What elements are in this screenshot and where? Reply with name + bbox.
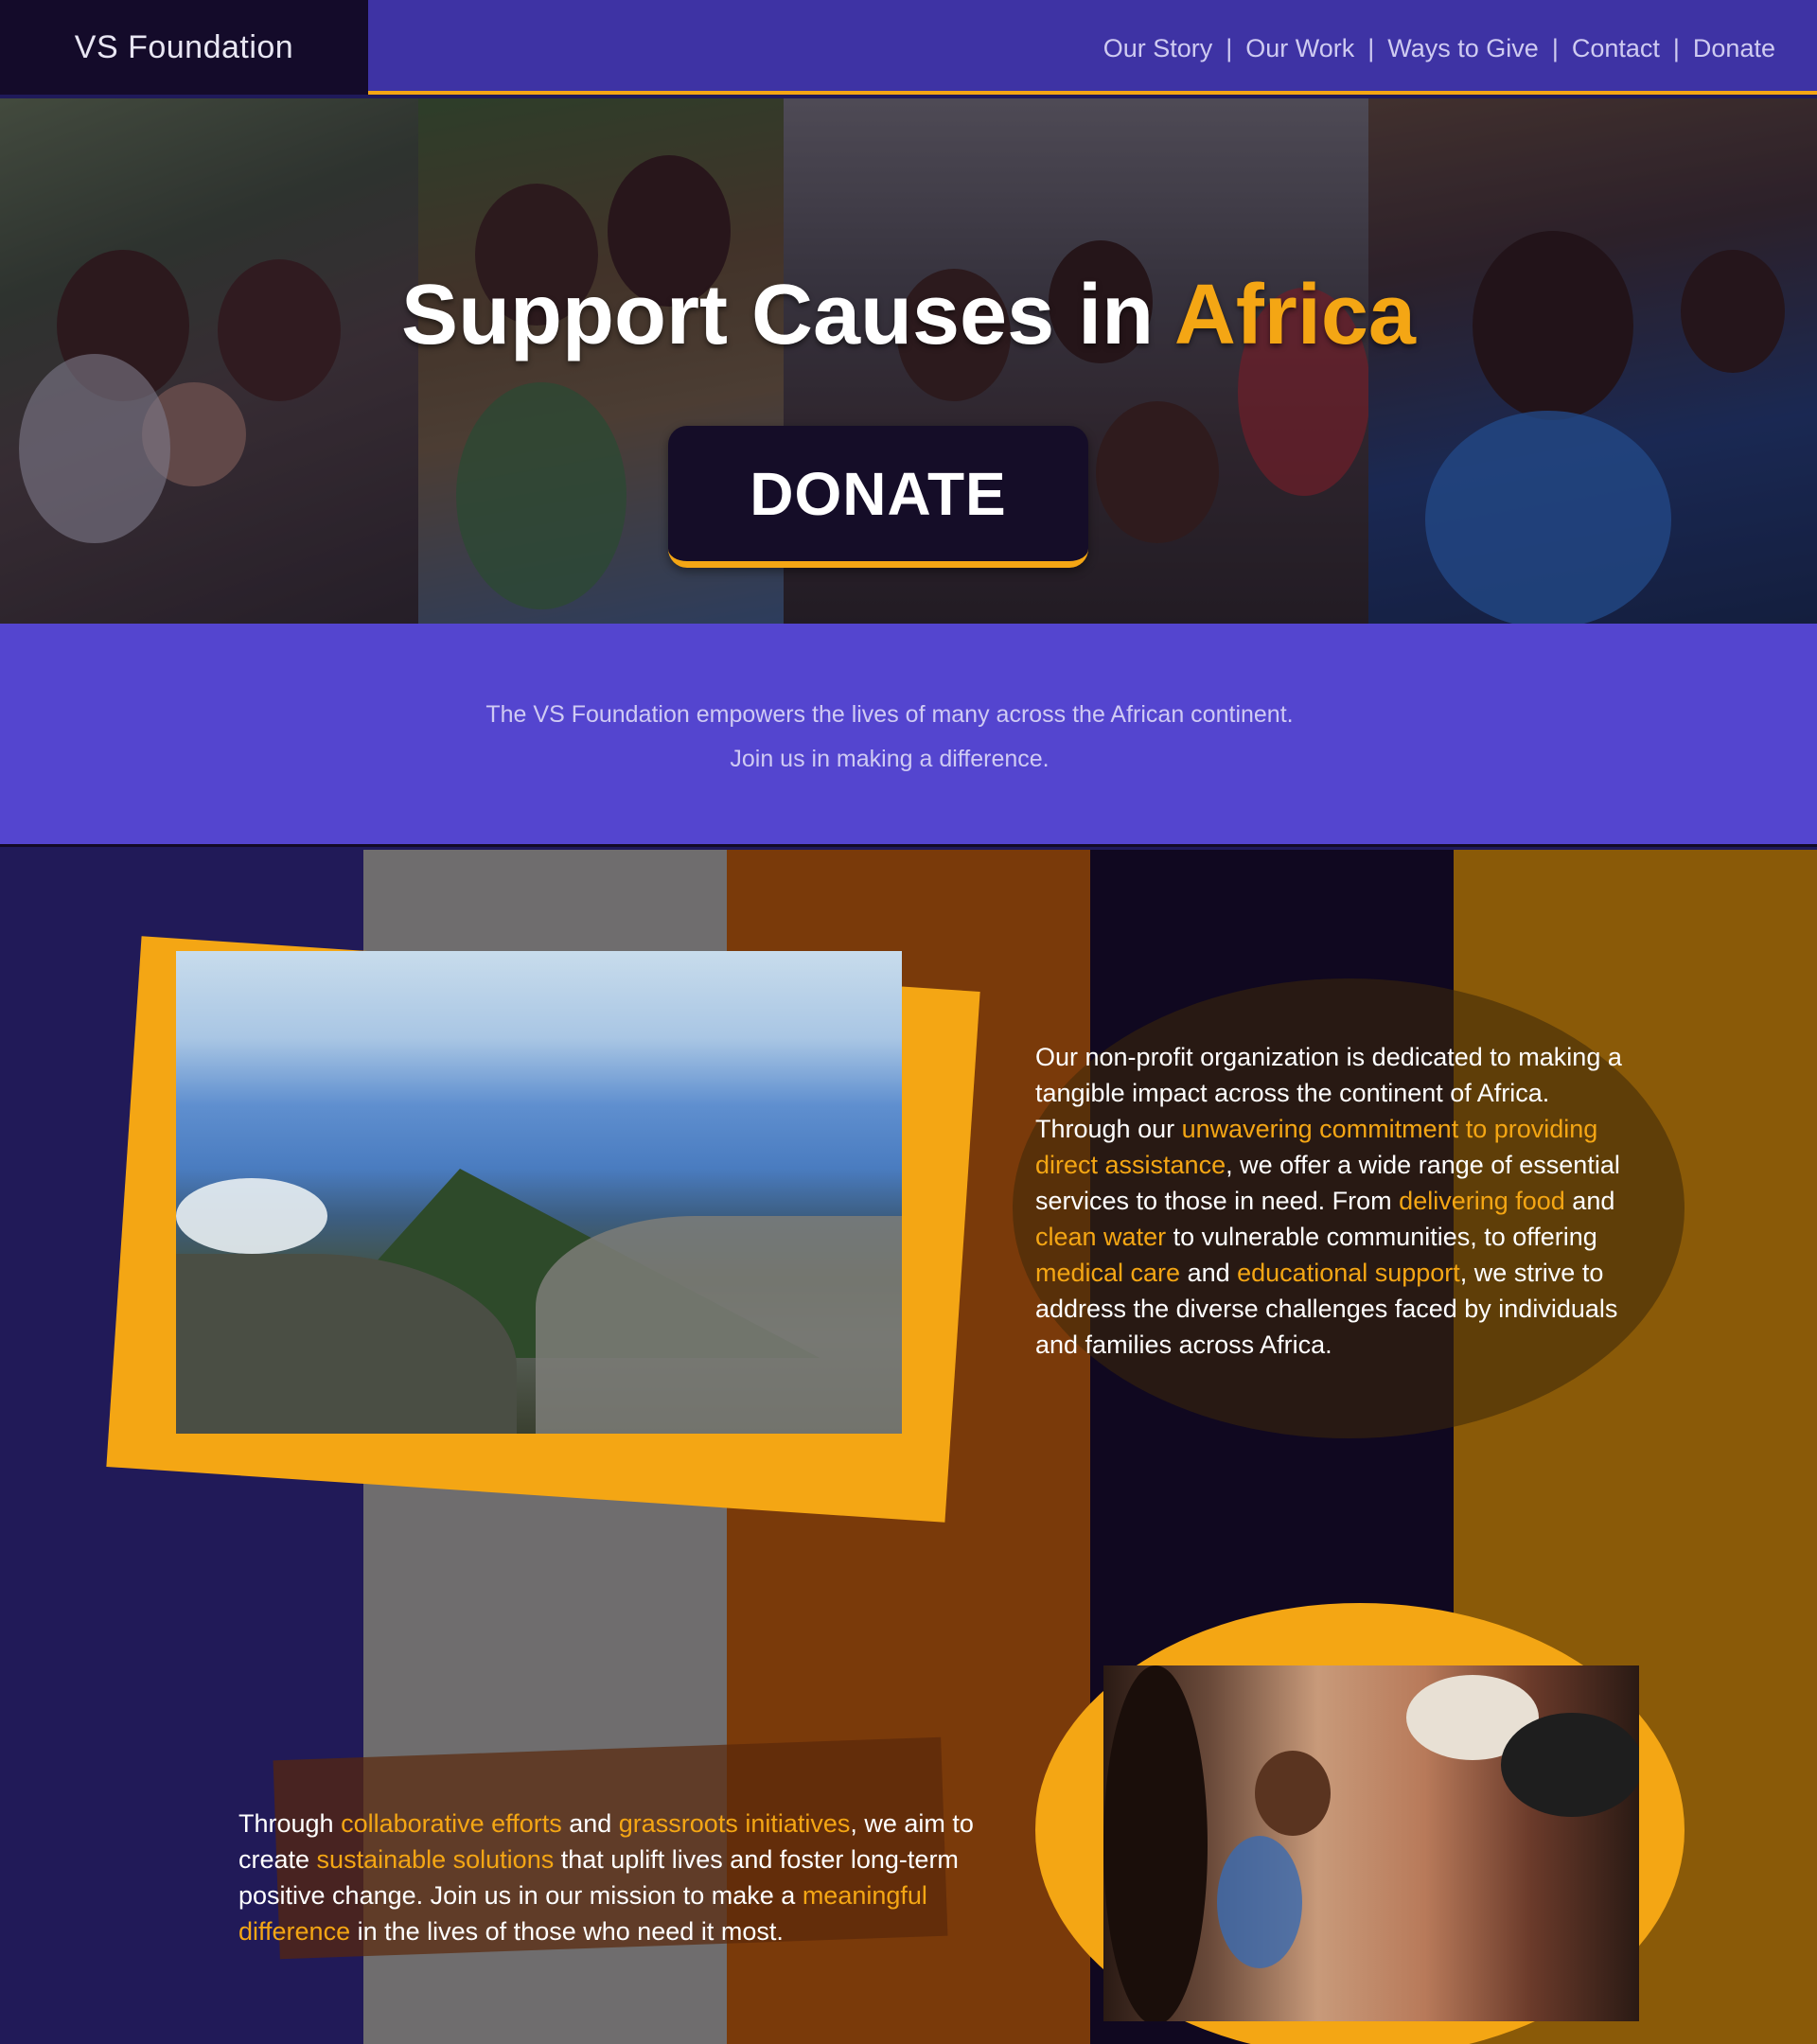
community-women-photo (1103, 1665, 1639, 2021)
mission-highlight: medical care (1035, 1259, 1181, 1287)
hero-title: Support Causes in Africa (0, 267, 1817, 364)
cape-town-landscape-photo (176, 951, 902, 1434)
approach-highlight: grassroots initiatives (618, 1809, 851, 1838)
mission-highlight: delivering food (1399, 1187, 1565, 1215)
hero-banner: Support Causes in Africa DONATE (0, 98, 1817, 624)
mission-text: to vulnerable communities, to offering (1166, 1223, 1597, 1251)
mission-text: and (1564, 1187, 1615, 1215)
site-header: VS Foundation Our Story | Our Work | Way… (0, 0, 1817, 95)
nav-link-ways-to-give[interactable]: Ways to Give (1387, 34, 1539, 63)
main-nav: Our Story | Our Work | Ways to Give | Co… (1103, 34, 1775, 63)
approach-text: in the lives of those who need it most. (350, 1917, 784, 1946)
logo[interactable]: VS Foundation (0, 0, 368, 95)
approach-paragraph: Through collaborative efforts and grassr… (238, 1806, 1014, 1949)
approach-highlight: collaborative efforts (341, 1809, 562, 1838)
logo-text: VS Foundation (74, 28, 294, 65)
intro-text-line-1: The VS Foundation empowers the lives of … (485, 701, 1294, 728)
nav-link-contact[interactable]: Contact (1572, 34, 1660, 63)
nav-link-donate[interactable]: Donate (1693, 34, 1775, 63)
mission-paragraph: Our non-profit organization is dedicated… (1035, 1039, 1641, 1363)
hero-title-main: Support Causes in (401, 268, 1174, 362)
approach-text: and (561, 1809, 619, 1838)
nav-separator: | (1367, 34, 1375, 62)
nav-separator: | (1226, 34, 1233, 62)
intro-text-line-2: Join us in making a difference. (730, 746, 1050, 772)
approach-highlight: sustainable solutions (316, 1845, 555, 1874)
hero-title-accent: Africa (1173, 268, 1416, 362)
nav-link-our-work[interactable]: Our Work (1245, 34, 1354, 63)
mission-highlight: educational support (1237, 1259, 1460, 1287)
nav-separator: | (1672, 34, 1680, 62)
donate-button[interactable]: DONATE (668, 426, 1088, 568)
approach-text: Through (238, 1809, 342, 1838)
mission-highlight: clean water (1035, 1223, 1167, 1251)
mission-text: and (1180, 1259, 1238, 1287)
mission-section: Our non-profit organization is dedicated… (0, 850, 1817, 2044)
nav-link-our-story[interactable]: Our Story (1103, 34, 1213, 63)
nav-separator: | (1551, 34, 1559, 62)
intro-band: The VS Foundation empowers the lives of … (0, 624, 1817, 847)
